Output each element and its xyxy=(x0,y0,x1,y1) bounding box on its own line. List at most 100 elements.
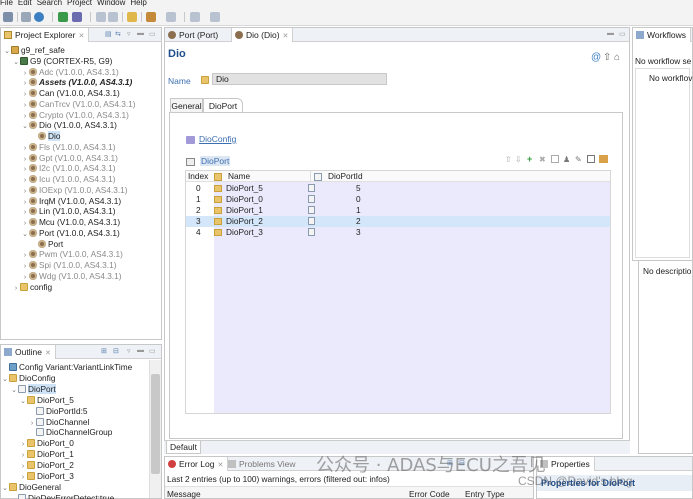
collapse-all-icon[interactable]: ⊟ xyxy=(113,347,120,355)
tree-item[interactable]: › Fls (V1.0.0, AS4.3.1) xyxy=(21,142,116,152)
close-icon[interactable]: ✕ xyxy=(45,350,51,357)
tab-dio-editor[interactable]: Dio (Dio) ✕ xyxy=(231,28,294,42)
chevron-down-icon[interactable]: ⌄ xyxy=(21,230,29,240)
column-error-code[interactable]: Error Code xyxy=(409,489,450,499)
outline-item[interactable]: › DioPort_3 xyxy=(19,471,74,481)
tab-error-log[interactable]: Error Log ✕ xyxy=(165,457,229,471)
columns-icon[interactable] xyxy=(587,155,595,163)
tree-item[interactable]: › Lin (V1.0.0, AS4.3.1) xyxy=(21,206,116,216)
table-row[interactable]: 4 DioPort_3 3 xyxy=(186,227,610,238)
tree-item[interactable]: ⌄ G9 (CORTEX-R5, G9) xyxy=(12,56,112,66)
outline-item[interactable]: › DioPort_1 xyxy=(19,449,74,459)
copy-icon[interactable] xyxy=(551,155,559,163)
tree-item[interactable]: › Pwm (V1.0.0, AS4.3.1) xyxy=(21,249,123,259)
name-field[interactable]: Dio xyxy=(212,73,387,85)
collapse-all-icon[interactable]: ▤ xyxy=(105,30,113,38)
tab-outline[interactable]: Outline ✕ xyxy=(1,345,56,359)
outline-item[interactable]: DioChannelGroup xyxy=(28,427,112,437)
maximize-icon[interactable]: ▭ xyxy=(149,347,157,355)
save-icon[interactable] xyxy=(21,12,31,22)
forward-arrow-icon[interactable] xyxy=(166,12,176,22)
tab-problems-view[interactable]: Problems View xyxy=(225,457,300,471)
close-icon[interactable]: ✕ xyxy=(217,462,223,469)
undo-icon[interactable] xyxy=(96,12,106,22)
help-icon[interactable]: @ xyxy=(591,52,601,63)
outline-item[interactable]: › DioChannel xyxy=(28,417,90,427)
chevron-down-icon[interactable]: ⌄ xyxy=(10,386,18,396)
generate-icon[interactable] xyxy=(58,12,68,22)
verify-icon[interactable] xyxy=(72,12,82,22)
new-icon[interactable] xyxy=(3,12,13,22)
outline-item[interactable]: ⌄ DioPort xyxy=(10,383,56,396)
tree-item[interactable]: ⌄ Port (V1.0.0, AS4.3.1) xyxy=(21,228,120,238)
user-icon[interactable]: ♟ xyxy=(563,155,570,164)
tree-item[interactable]: › Crypto (V1.0.0, AS4.3.1) xyxy=(21,110,129,120)
link-editor-icon[interactable]: ⇆ xyxy=(115,30,122,38)
table-row[interactable]: 1 DioPort_0 0 xyxy=(186,194,610,205)
redo-icon[interactable] xyxy=(108,12,118,22)
outline-item[interactable]: ⌄ DioPort_5 xyxy=(19,395,74,405)
minimize-icon[interactable]: ▬ xyxy=(607,30,615,37)
chevron-down-icon[interactable]: ⌄ xyxy=(1,375,9,385)
tree-item[interactable]: › Mcu (V1.0.0, AS4.3.1) xyxy=(21,217,120,227)
dioconfig-link[interactable]: DioConfig xyxy=(199,134,236,144)
chevron-right-icon[interactable]: › xyxy=(12,284,20,294)
column-dioportid[interactable]: DioPortId xyxy=(328,171,363,182)
column-name[interactable]: Name xyxy=(228,171,250,182)
menu-edit[interactable]: Edit xyxy=(18,0,32,7)
column-index[interactable]: Index xyxy=(188,171,208,182)
tab-workflows[interactable]: Workflows xyxy=(633,28,692,42)
minimize-icon[interactable]: ▬ xyxy=(137,347,145,354)
menu-project[interactable]: Project xyxy=(67,0,92,7)
add-icon[interactable]: + xyxy=(527,154,532,164)
outline-scrollbar[interactable] xyxy=(149,360,161,498)
tab-project-explorer[interactable]: Project Explorer ✕ xyxy=(1,28,90,42)
column-message[interactable]: Message xyxy=(167,489,201,499)
move-up-icon[interactable]: ⇧ xyxy=(505,155,512,164)
pin-icon[interactable] xyxy=(190,12,200,22)
outline-item[interactable]: ⌄ DioConfig xyxy=(1,373,55,383)
tree-item[interactable]: › Spi (V1.0.0, AS4.3.1) xyxy=(21,260,117,270)
column-entry-type[interactable]: Entry Type xyxy=(465,489,505,499)
view-menu-icon[interactable]: ▿ xyxy=(127,30,132,38)
outline-item[interactable]: › DioPort_0 xyxy=(19,438,74,448)
scrollbar-thumb[interactable] xyxy=(151,374,160,474)
tab-general[interactable]: General xyxy=(170,98,203,112)
outline-item[interactable]: › DioPort_2 xyxy=(19,460,74,470)
tree-item[interactable]: › config xyxy=(12,282,52,292)
menu-search[interactable]: Search xyxy=(37,0,62,7)
table-row[interactable]: 0 DioPort_5 5 xyxy=(186,183,610,194)
edit-icon[interactable]: ✎ xyxy=(575,155,582,164)
tab-default[interactable]: Default xyxy=(166,441,201,454)
chevron-down-icon[interactable]: ⌄ xyxy=(3,47,11,57)
tree-item[interactable]: › Can (V1.0.0, AS4.3.1) xyxy=(21,88,120,98)
tree-item[interactable]: › Gpt (V1.0.0, AS4.3.1) xyxy=(21,153,118,163)
tree-item[interactable]: Port xyxy=(30,239,63,249)
expand-all-icon[interactable]: ⊞ xyxy=(101,347,108,355)
maximize-icon[interactable]: ▭ xyxy=(149,30,157,38)
tree-item[interactable]: ⌄ g9_ref_safe xyxy=(3,45,65,55)
delete-icon[interactable]: ✖ xyxy=(539,155,546,164)
table-row[interactable]: 2 DioPort_1 1 xyxy=(186,205,610,216)
history-icon[interactable] xyxy=(210,12,220,22)
tree-item[interactable]: › Icu (V1.0.0, AS4.3.1) xyxy=(21,174,116,184)
home-icon[interactable]: ⇧ xyxy=(603,52,611,63)
tab-port-editor[interactable]: Port (Port) xyxy=(165,28,222,42)
close-icon[interactable]: ✕ xyxy=(283,33,289,40)
tree-item[interactable]: ⌄ Dio (V1.0.0, AS4.3.1) xyxy=(21,120,117,130)
outline-item[interactable]: Config Variant:VariantLinkTime xyxy=(1,362,132,372)
move-down-icon[interactable]: ⇩ xyxy=(515,155,522,164)
chevron-down-icon[interactable]: ⌄ xyxy=(21,122,29,132)
export-icon[interactable] xyxy=(599,155,608,163)
menu-file[interactable]: File xyxy=(0,0,13,7)
tree-item[interactable]: › Wdg (V1.0.0, AS4.3.1) xyxy=(21,271,122,281)
menu-help[interactable]: Help xyxy=(130,0,146,7)
outline-item[interactable]: DioPortId:5 xyxy=(28,406,88,416)
globe-icon[interactable] xyxy=(34,12,44,22)
settings-icon[interactable]: ⌂ xyxy=(614,52,620,63)
maximize-icon[interactable]: ▭ xyxy=(619,30,627,38)
tree-item[interactable]: › IrqM (V1.0.0, AS4.3.1) xyxy=(21,196,121,206)
tree-item[interactable]: › Assets (V1.0.0, AS4.3.1) xyxy=(21,77,132,87)
chevron-down-icon[interactable]: ⌄ xyxy=(1,484,9,494)
tree-item[interactable]: › Adc (V1.0.0, AS4.3.1) xyxy=(21,67,119,77)
